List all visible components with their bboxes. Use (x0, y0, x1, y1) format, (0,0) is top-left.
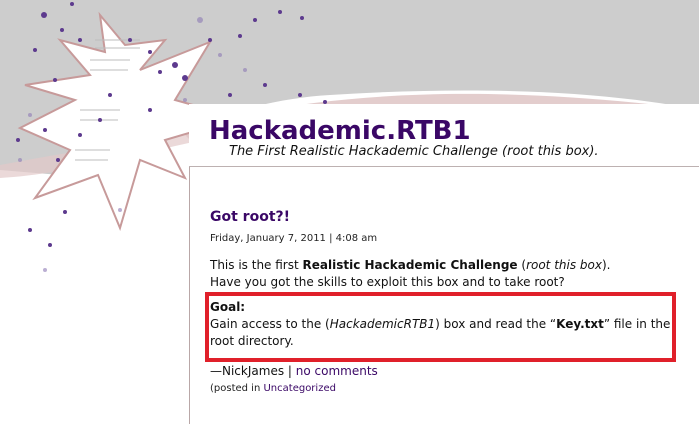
posted-in-line: (posted in Uncategorized (210, 382, 336, 396)
intro-suffix: ). (601, 258, 611, 272)
site-title[interactable]: Hackademic.RTB1 (209, 116, 471, 146)
post-intro: This is the first Realistic Hackademic C… (210, 257, 680, 291)
author-prefix: —NickJames | (210, 364, 296, 378)
comments-link[interactable]: no comments (296, 364, 378, 378)
goal-prefix: Gain access to the ( (210, 317, 330, 331)
intro-prefix: This is the first (210, 258, 303, 272)
category-link[interactable]: Uncategorized (263, 383, 335, 394)
goal-italic: HackademicRTB1 (329, 317, 436, 331)
intro-mid: ( (517, 258, 527, 272)
intro-line-2: Have you got the skills to exploit this … (210, 275, 565, 289)
post: Got root?! Friday, January 7, 2011 | 4:0… (210, 206, 680, 291)
goal-mid: ) box and read the “ (435, 317, 557, 331)
post-date: Friday, January 7, 2011 | 4:08 am (210, 233, 378, 244)
posted-prefix: (posted in (210, 383, 264, 394)
site-description: The First Realistic Hackademic Challenge… (229, 144, 599, 159)
intro-bold: Realistic Hackademic Challenge (302, 258, 518, 272)
goal-paragraph: Goal: Gain access to the (HackademicRTB1… (210, 299, 680, 350)
intro-italic: root this box (526, 258, 602, 272)
post-title[interactable]: Got root?! (210, 206, 680, 228)
goal-bold: Key.txt (556, 317, 604, 331)
goal-label: Goal: (210, 300, 246, 314)
post-author-line: —NickJames | no comments (210, 363, 378, 380)
